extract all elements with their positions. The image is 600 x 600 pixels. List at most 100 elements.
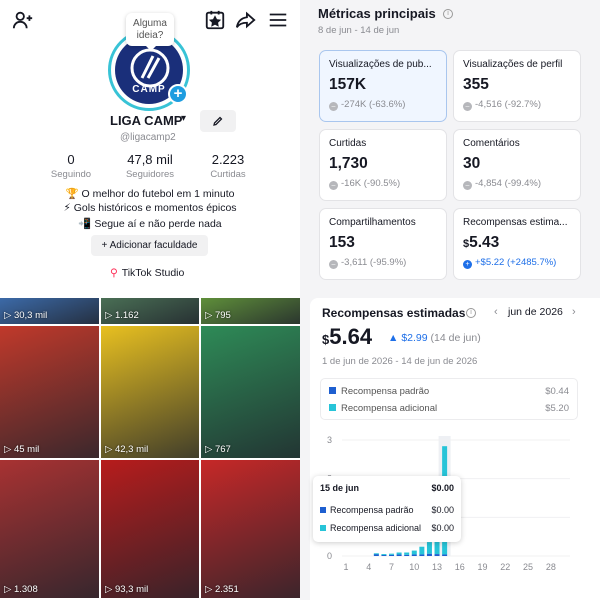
bar-standard: [442, 554, 448, 556]
x-tick-label: 22: [500, 562, 510, 572]
legend-swatch: [329, 387, 336, 394]
y-tick-label: 0: [327, 551, 332, 561]
tooltip-label: Recompensa adicional: [330, 523, 422, 533]
legend-swatch: [329, 404, 336, 411]
video-thumbnail[interactable]: ▷ 795: [201, 298, 300, 324]
x-tick-label: 7: [389, 562, 394, 572]
metric-delta: + +$5.22 (+2485.7%): [463, 257, 571, 269]
arrow-down-icon: –: [329, 181, 338, 190]
metric-title: Recompensas estima...: [463, 217, 568, 228]
studio-icon: ⚲: [110, 267, 118, 279]
tooltip-value: $0.00: [431, 505, 454, 515]
rewards-delta-period: (14 de jun): [430, 332, 481, 344]
video-thumbnail[interactable]: ▷ 93,3 mil: [101, 460, 199, 598]
chevron-right-icon[interactable]: ›: [572, 306, 576, 318]
info-icon[interactable]: i: [443, 9, 453, 19]
rewards-delta: ▲ $2.99 (14 de jun): [388, 332, 481, 344]
menu-icon[interactable]: [267, 9, 289, 31]
metric-value: $5.43: [463, 234, 571, 252]
video-views: ▷ 767: [205, 444, 231, 455]
legend-item[interactable]: Recompensa adicional: [329, 403, 437, 414]
stat-label: Curtidas: [210, 169, 246, 180]
bio-line: 🏆 O melhor do futebol em 1 minuto: [65, 188, 235, 200]
bar-standard: [426, 553, 432, 556]
metric-delta-text: -3,611 (-95.9%): [341, 257, 407, 268]
arrow-down-icon: –: [329, 102, 338, 111]
idea-bubble[interactable]: Alguma ideia?: [126, 13, 174, 51]
bar-standard: [389, 554, 395, 556]
tiktok-studio-link[interactable]: ⚲ TikTok Studio: [110, 267, 184, 279]
month-selector[interactable]: jun de 2026: [508, 306, 563, 318]
metric-number: 157K: [329, 76, 367, 93]
bar-standard: [404, 554, 410, 556]
metric-title: Visualizações de pub...: [329, 59, 432, 70]
stat-value: 47,8 mil: [127, 152, 173, 167]
views-count: 795: [214, 310, 231, 321]
username[interactable]: LIGA CAMP: [110, 113, 182, 128]
x-tick-label: 19: [478, 562, 488, 572]
share-icon[interactable]: [235, 9, 257, 31]
add-story-button[interactable]: +: [168, 84, 188, 104]
metric-number: 1,730: [329, 155, 368, 172]
stat-likes[interactable]: 2.223 Curtidas: [193, 152, 263, 180]
metric-value: 153: [329, 234, 437, 252]
chevron-left-icon[interactable]: ‹: [494, 306, 498, 318]
views-count: 42,3 mil: [114, 444, 149, 455]
rewards-panel: Recompensas estimadas i ‹ jun de 2026 › …: [310, 298, 600, 600]
bar-standard: [373, 554, 379, 556]
profile-panel: CAMP Alguma ideia? + LIGA CAMP ▾ @ligaca…: [0, 0, 300, 600]
video-thumbnail[interactable]: ▷ 1.162: [101, 298, 199, 324]
bar-additional: [404, 552, 410, 555]
metric-card[interactable]: Comentários 30 – -4,854 (-99.4%): [453, 129, 581, 201]
video-thumbnail[interactable]: ▷ 30,3 mil: [0, 298, 99, 324]
rewards-total-value: 5.64: [329, 324, 373, 349]
metric-title: Comentários: [463, 138, 520, 149]
metric-value: 157K: [329, 76, 437, 94]
favorites-icon[interactable]: [204, 9, 226, 31]
metric-card[interactable]: Visualizações de perfil 355 – -4,516 (-92.7…: [453, 50, 581, 122]
rewards-legend: Recompensa padrão $0.44 Recompensa adici…: [320, 378, 578, 420]
metric-delta-text: -4,516 (-92.7%): [475, 99, 542, 110]
metric-number: 30: [463, 155, 481, 172]
bio-line: ⚡ Gols históricos e momentos épicos: [63, 202, 237, 214]
arrow-up-icon: +: [463, 260, 472, 269]
metric-value: 30: [463, 155, 571, 173]
metric-number: 5.43: [469, 234, 500, 251]
video-thumbnail[interactable]: ▷ 1.308: [0, 460, 99, 598]
pencil-icon: [213, 116, 223, 126]
video-thumbnail[interactable]: ▷ 2.351: [201, 460, 300, 598]
chevron-down-icon[interactable]: ▾: [181, 113, 186, 124]
legend-item[interactable]: Recompensa padrão: [329, 386, 429, 397]
x-tick-label: 10: [409, 562, 419, 572]
video-views: ▷ 795: [205, 310, 231, 321]
info-icon[interactable]: i: [466, 308, 476, 318]
metric-card[interactable]: Recompensas estima... $5.43 + +$5.22 (+2485…: [453, 208, 581, 280]
metric-delta-text: -4,854 (-99.4%): [475, 178, 542, 189]
metric-card[interactable]: Curtidas 1,730 – -16K (-90.5%): [319, 129, 447, 201]
video-views: ▷ 93,3 mil: [105, 584, 149, 595]
add-friend-icon[interactable]: [12, 9, 34, 31]
metric-card[interactable]: Compartilhamentos 153 – -3,611 (-95.9%): [319, 208, 447, 280]
tooltip-header: 15 de jun $0.00: [320, 483, 454, 493]
views-count: 93,3 mil: [114, 584, 149, 595]
stat-followers[interactable]: 47,8 mil Seguidores: [115, 152, 185, 180]
bar-standard: [411, 554, 417, 556]
x-tick-label: 25: [523, 562, 533, 572]
views-count: 1.308: [13, 584, 38, 595]
metric-delta-text: -274K (-63.6%): [341, 99, 406, 110]
metric-delta-text: -16K (-90.5%): [341, 178, 401, 189]
bar-additional: [419, 546, 425, 555]
bar-standard: [434, 554, 440, 556]
edit-profile-button[interactable]: [200, 110, 236, 132]
stat-following[interactable]: 0 Seguindo: [36, 152, 106, 180]
add-college-button[interactable]: + Adicionar faculdade: [91, 235, 208, 256]
video-thumbnail[interactable]: ▷ 45 mil: [0, 326, 99, 458]
video-thumbnail[interactable]: ▷ 42,3 mil: [101, 326, 199, 458]
legend-value: $5.20: [545, 403, 569, 414]
video-thumbnail[interactable]: ▷ 767: [201, 326, 300, 458]
video-grid: ▷ 30,3 mil ▷ 1.162 ▷ 795 ▷ 45 mil ▷ 42,3 mil…: [0, 298, 300, 600]
x-tick-label: 1: [343, 562, 348, 572]
y-tick-label: 3: [327, 435, 332, 445]
metric-card[interactable]: Visualizações de pub... 157K – -274K (-63.6…: [319, 50, 447, 122]
arrow-down-icon: –: [463, 181, 472, 190]
